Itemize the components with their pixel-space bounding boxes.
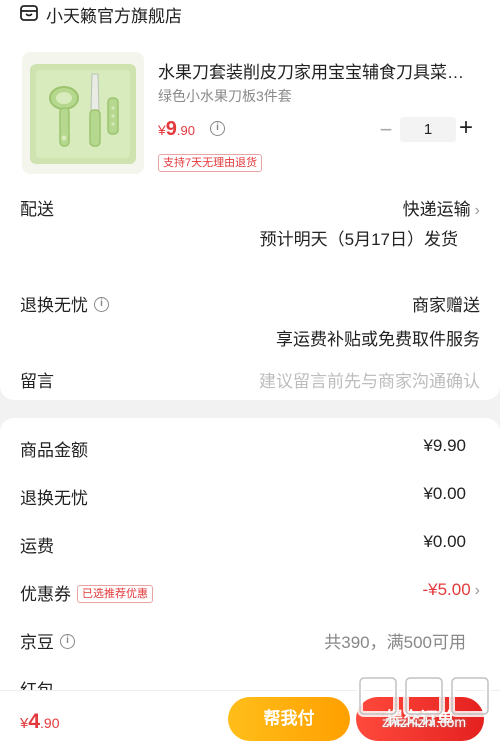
product-image xyxy=(30,64,136,164)
price-info-icon[interactable]: i xyxy=(210,121,225,136)
product-price: ¥9.90 xyxy=(158,118,195,141)
chevron-right-icon: › xyxy=(474,202,480,219)
store-name[interactable]: 小天籁官方旗舰店 xyxy=(46,2,182,27)
returns-info-icon[interactable]: i xyxy=(94,297,109,313)
jingdou-label-text: 京豆 xyxy=(20,633,54,652)
coupon-label-text: 优惠券 xyxy=(20,585,71,604)
help-pay-button[interactable]: 帮我付 xyxy=(228,697,350,741)
goods-amount-value: ¥9.90 xyxy=(423,436,466,455)
message-label: 留言 xyxy=(20,372,54,391)
coupon-value-text: -¥5.00 xyxy=(422,580,471,599)
total-price: ¥4.90 xyxy=(20,710,60,734)
checkout-bar: ¥4.90 帮我付 提交订单 xyxy=(0,690,500,748)
shipping-eta: 预计明天（5月17日）发货 xyxy=(259,230,458,249)
returns-label-text: 退换无忧 xyxy=(20,296,88,315)
returns-detail: 享运费补贴或免费取件服务 xyxy=(276,330,480,349)
shipping-label: 配送 xyxy=(20,200,54,219)
returns-value: 商家赠送 xyxy=(412,296,480,315)
price-currency: ¥ xyxy=(158,122,166,138)
product-spec[interactable]: 绿色小水果刀板3件套 xyxy=(158,86,292,106)
jingdou-value: 共390，满500可用 xyxy=(324,633,466,652)
product-title[interactable]: 水果刀套装削皮刀家用宝宝辅食刀具菜… xyxy=(158,58,480,83)
goods-amount-label: 商品金额 xyxy=(20,441,88,460)
price-integer: 9 xyxy=(165,118,177,140)
product-thumbnail[interactable] xyxy=(22,52,144,174)
total-integer: 4 xyxy=(28,710,41,733)
jingdou-info-icon[interactable]: i xyxy=(60,634,75,650)
freight-value: ¥0.00 xyxy=(423,532,466,551)
order-card: 小天籁官方旗舰店 水果刀套装削皮刀家用宝宝辅食刀具菜… 绿色小水果刀板3件套 ¥… xyxy=(0,0,500,400)
chevron-right-icon: › xyxy=(474,582,480,599)
quantity-decrease-button[interactable]: − xyxy=(376,117,396,143)
return-policy-badge: 支持7天无理由退货 xyxy=(158,154,263,172)
returns-label: 退换无忧 i xyxy=(20,291,109,316)
freight-label: 运费 xyxy=(20,537,54,556)
returns-fee-label: 退换无忧 xyxy=(20,489,88,508)
shipping-method[interactable]: 快递运输 › xyxy=(403,195,480,220)
coupon-label: 优惠券 已选推荐优惠 xyxy=(20,580,153,605)
total-decimal: .90 xyxy=(40,715,60,731)
coupon-value[interactable]: -¥5.00 › xyxy=(422,580,480,600)
returns-fee-value: ¥0.00 xyxy=(423,484,466,503)
jingdou-label: 京豆 i xyxy=(20,628,75,653)
message-input[interactable]: 建议留言前先与商家沟通确认 xyxy=(259,367,480,392)
submit-order-button[interactable]: 提交订单 xyxy=(356,697,484,741)
coupon-selected-badge: 已选推荐优惠 xyxy=(77,584,153,603)
store-icon xyxy=(20,5,38,21)
quantity-increase-button[interactable]: + xyxy=(456,114,476,142)
quantity-input[interactable]: 1 xyxy=(400,117,456,142)
price-decimal: .90 xyxy=(176,123,195,138)
shipping-method-text: 快递运输 xyxy=(402,200,471,219)
